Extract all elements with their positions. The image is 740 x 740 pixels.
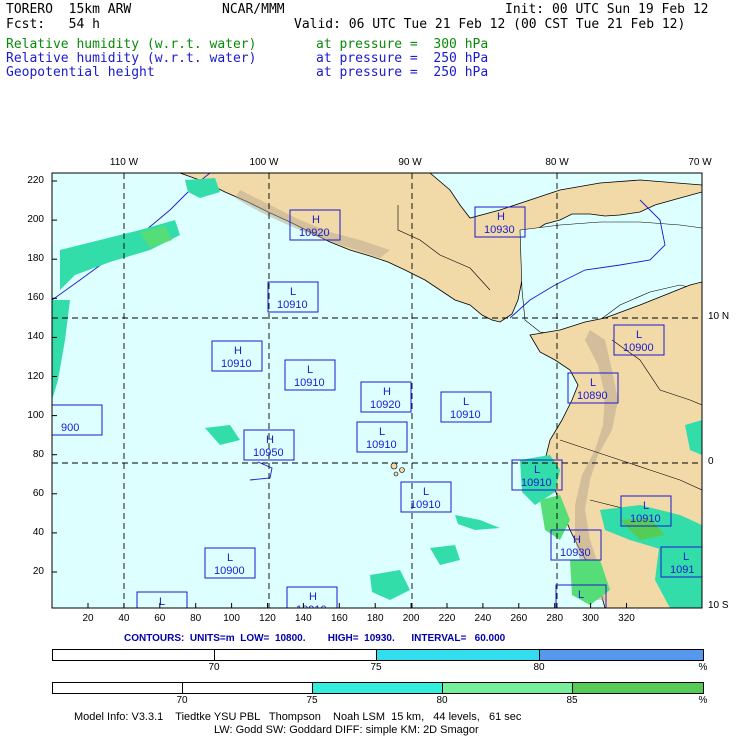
x-tick-label: 140 <box>295 613 312 624</box>
pressure-center-value: 10910 <box>294 377 325 389</box>
legend-250-label-80: 80 <box>533 662 545 673</box>
pressure-center-value: 10910 <box>521 477 552 489</box>
x-tick-label: 320 <box>618 613 635 624</box>
legend-300-label-75: 75 <box>306 695 318 706</box>
pressure-center-type: H <box>312 214 320 226</box>
pressure-center-type: L <box>463 396 469 408</box>
legend-300-label-85: 85 <box>566 695 578 706</box>
legend-250-seg-1 <box>53 650 215 660</box>
model-info-line-1: Model Info: V3.3.1 Tiedtke YSU PBL Thomp… <box>74 711 522 723</box>
pressure-center-type: H <box>383 386 391 398</box>
x-tick-label: 240 <box>474 613 492 624</box>
pressure-center-type: L <box>290 286 296 298</box>
x-tick-label: 40 <box>118 613 130 624</box>
legend-300-unit: % <box>698 695 708 706</box>
pressure-center-value: 10890 <box>577 390 608 402</box>
pressure-center-type: L <box>379 426 385 438</box>
lon-label-3: 80 W <box>545 157 569 168</box>
legend-300-label-80: 80 <box>436 695 448 706</box>
pressure-center-value: 10910 <box>277 299 308 311</box>
legend-300-seg-1 <box>53 683 183 693</box>
y-tick-label: 60 <box>32 487 44 499</box>
y-tick-label: 140 <box>27 331 44 343</box>
y-tick-label: 20 <box>32 566 44 577</box>
legend-300-seg-3 <box>313 683 443 693</box>
pressure-center-type: L <box>423 486 429 498</box>
legend-250-seg-4 <box>540 650 703 660</box>
pressure-center-type: L <box>307 364 313 376</box>
legend-250-seg-2 <box>215 650 377 660</box>
pressure-center-type: H <box>309 591 317 603</box>
lat-label-0: 10 N <box>708 311 730 322</box>
y-tick-label: 120 <box>27 370 44 382</box>
lon-label-4: 70 W <box>688 157 712 168</box>
x-tick-label: 200 <box>402 613 420 624</box>
lon-label-2: 90 W <box>398 157 422 168</box>
contour-info: CONTOURS: UNITS=m LOW= 10800. HIGH= 1093… <box>124 633 506 644</box>
pressure-center-value: 10930 <box>560 547 591 559</box>
legend-300-label-70: 70 <box>176 695 188 706</box>
pressure-center-value: 10900 <box>214 565 245 577</box>
pressure-center-value: 900 <box>61 422 79 434</box>
pressure-center-type: L <box>643 500 649 512</box>
pressure-center-type: H <box>497 211 505 223</box>
legend-250-label-70: 70 <box>208 662 220 673</box>
pressure-center-value: 1091 <box>670 564 694 576</box>
legend-250-label-75: 75 <box>370 662 382 673</box>
x-tick-label: 180 <box>366 613 384 624</box>
pressure-center-value: 10900 <box>623 342 654 354</box>
lon-label-1: 100 W <box>249 157 279 168</box>
pressure-center-value: 10910 <box>450 409 481 421</box>
pressure-center-type: L <box>636 329 642 341</box>
pressure-center-value: 10910 <box>630 513 661 525</box>
pressure-center-value: 10920 <box>299 227 330 239</box>
y-tick-label: 40 <box>32 526 44 538</box>
pressure-center-value: 10910 <box>221 358 252 370</box>
legend-250-seg-3 <box>377 650 540 660</box>
x-tick-label: 100 <box>223 613 240 624</box>
pressure-center-value: 10910 <box>366 439 397 451</box>
y-tick-label: 160 <box>27 292 44 304</box>
pressure-center-type: L <box>534 464 540 476</box>
pressure-center-type: L <box>590 377 596 389</box>
pressure-center-type: H <box>573 534 581 546</box>
pressure-center-type: L <box>683 551 689 563</box>
lat-label-2: 10 S <box>708 600 729 611</box>
lon-label-0: 110 W <box>109 157 139 168</box>
pressure-center-type: H <box>234 345 242 357</box>
legend-bar-300 <box>52 682 704 694</box>
pressure-center-value: 10910 <box>410 499 441 511</box>
pressure-center-value: 10950 <box>253 447 284 459</box>
x-tick-label: 220 <box>438 613 456 624</box>
y-tick-label: 180 <box>27 253 44 265</box>
pressure-center-value: 10920 <box>370 399 401 411</box>
pressure-center-type: L <box>578 589 584 601</box>
y-tick-label: 220 <box>27 175 44 186</box>
x-tick-label: 20 <box>82 613 94 624</box>
pressure-center-value: 10930 <box>484 224 515 236</box>
legend-300-seg-4 <box>443 683 573 693</box>
x-tick-label: 120 <box>259 613 276 624</box>
pressure-center-type: H <box>266 434 274 446</box>
x-tick-label: 300 <box>582 613 599 624</box>
legend-300-seg-2 <box>183 683 313 693</box>
y-tick-label: 100 <box>27 409 44 421</box>
weather-map: H10920H10930L10910L10900H10910 L10910 L108… <box>51 172 703 609</box>
lat-label-1: 0 <box>708 456 714 467</box>
x-tick-label: 60 <box>154 613 166 624</box>
x-tick-label: 80 <box>190 613 202 624</box>
y-tick-label: 200 <box>27 214 44 226</box>
pressure-center-type: L <box>227 552 233 564</box>
x-tick-label: 260 <box>510 613 528 624</box>
x-tick-label: 280 <box>546 613 564 624</box>
legend-300-seg-5 <box>573 683 703 693</box>
legend-250-unit: % <box>698 662 708 673</box>
legend-bar-250 <box>52 649 704 661</box>
model-info-line-2: LW: Godd SW: Goddard DIFF: simple KM: 2D… <box>214 724 479 736</box>
x-tick-label: 160 <box>330 613 348 624</box>
y-tick-label: 80 <box>32 448 44 460</box>
